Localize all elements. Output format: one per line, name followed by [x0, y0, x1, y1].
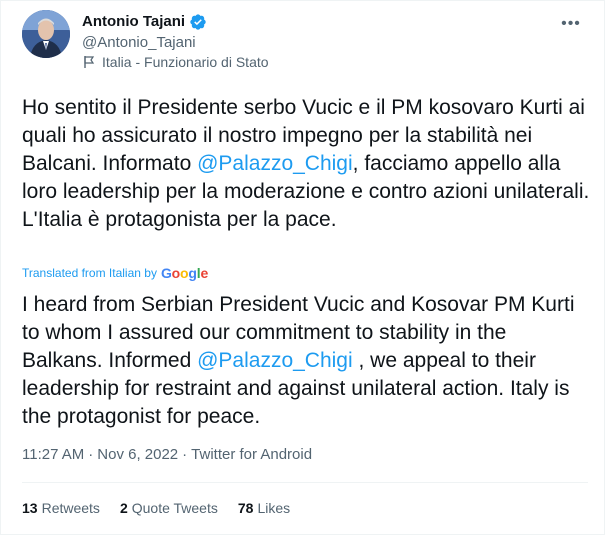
account-label-text: Italia - Funzionario di Stato: [102, 54, 269, 70]
translated-mention-link[interactable]: @Palazzo_Chigi: [197, 349, 353, 372]
meta-separator: ·: [88, 446, 94, 463]
more-options-button[interactable]: •••: [556, 12, 586, 36]
retweets-label: Retweets: [41, 500, 100, 516]
divider: [22, 482, 588, 483]
author-display-name[interactable]: Antonio Tajani: [82, 12, 185, 32]
mention-link[interactable]: @Palazzo_Chigi: [197, 152, 353, 175]
google-letter: o: [171, 265, 181, 281]
author-info: Antonio Tajani @Antonio_Tajani: [82, 12, 207, 53]
likes-count: 78: [237, 500, 254, 516]
retweets-stat[interactable]: 13 Retweets: [22, 500, 100, 516]
quote-tweets-stat[interactable]: 2 Quote Tweets: [120, 500, 218, 516]
tweet-header: Antonio Tajani @Antonio_Tajani Italia - …: [22, 10, 588, 80]
quote-tweets-count: 2: [119, 500, 128, 516]
google-letter: e: [200, 265, 209, 281]
google-letter: G: [160, 265, 172, 281]
translated-tweet-text: I heard from Serbian President Vucic and…: [22, 291, 592, 431]
translation-attribution[interactable]: Translated from Italian by Google: [22, 265, 208, 281]
quote-tweets-label: Quote Tweets: [131, 500, 218, 516]
flag-icon: [82, 55, 96, 69]
name-row: Antonio Tajani: [82, 12, 207, 32]
tweet-source[interactable]: Twitter for Android: [191, 446, 312, 463]
tweet-metadata: 11:27 AM · Nov 6, 2022 · Twitter for And…: [22, 446, 312, 463]
avatar[interactable]: [22, 10, 70, 58]
tweet-text: Ho sentito il Presidente serbo Vucic e i…: [22, 94, 592, 234]
google-logo: Google: [161, 265, 208, 281]
translation-label: Translated from Italian by: [22, 266, 157, 280]
account-label: Italia - Funzionario di Stato: [82, 54, 269, 70]
author-handle[interactable]: @Antonio_Tajani: [82, 33, 207, 53]
retweets-count: 13: [22, 500, 38, 516]
google-letter: g: [188, 265, 197, 281]
tweet-date[interactable]: Nov 6, 2022: [97, 446, 178, 463]
likes-label: Likes: [257, 500, 291, 516]
verified-badge-icon: [189, 13, 207, 31]
meta-separator: ·: [182, 446, 188, 463]
tweet-time[interactable]: 11:27 AM: [22, 446, 84, 463]
tweet-card: Antonio Tajani @Antonio_Tajani Italia - …: [0, 0, 605, 535]
engagement-stats: 13 Retweets 2 Quote Tweets 78 Likes: [22, 500, 290, 516]
more-icon: •••: [561, 15, 581, 32]
likes-stat[interactable]: 78 Likes: [238, 500, 290, 516]
